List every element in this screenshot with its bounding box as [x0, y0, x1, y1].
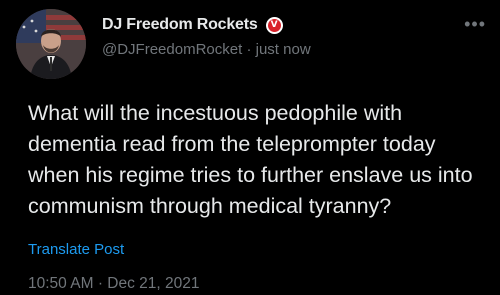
timestamp[interactable]: 10:50 AM · Dec 21, 2021	[28, 275, 200, 293]
more-options-icon[interactable]: •••	[464, 15, 486, 33]
tweet-header: DJ Freedom Rockets V @DJFreedomRocket · …	[14, 5, 486, 85]
tweet-text: What will the incestuous pedophile with …	[28, 101, 473, 218]
timestamp-separator: ·	[97, 275, 103, 292]
timestamp-time: 10:50 AM	[28, 275, 94, 292]
verified-badge-icon: V	[265, 16, 283, 34]
handle-separator: ·	[246, 41, 252, 58]
handle-row: @DJFreedomRocket · just now	[102, 41, 311, 58]
badge-letter: V	[267, 18, 281, 32]
avatar[interactable]	[16, 9, 86, 79]
relative-time[interactable]: just now	[256, 41, 311, 58]
translate-post-link[interactable]: Translate Post	[28, 241, 124, 258]
display-name-row: DJ Freedom Rockets V	[102, 13, 311, 37]
timestamp-date: Dec 21, 2021	[107, 275, 200, 292]
author-info: DJ Freedom Rockets V @DJFreedomRocket · …	[102, 13, 311, 58]
handle[interactable]: @DJFreedomRocket	[102, 41, 242, 58]
display-name[interactable]: DJ Freedom Rockets	[102, 16, 258, 34]
avatar-image	[16, 9, 86, 79]
